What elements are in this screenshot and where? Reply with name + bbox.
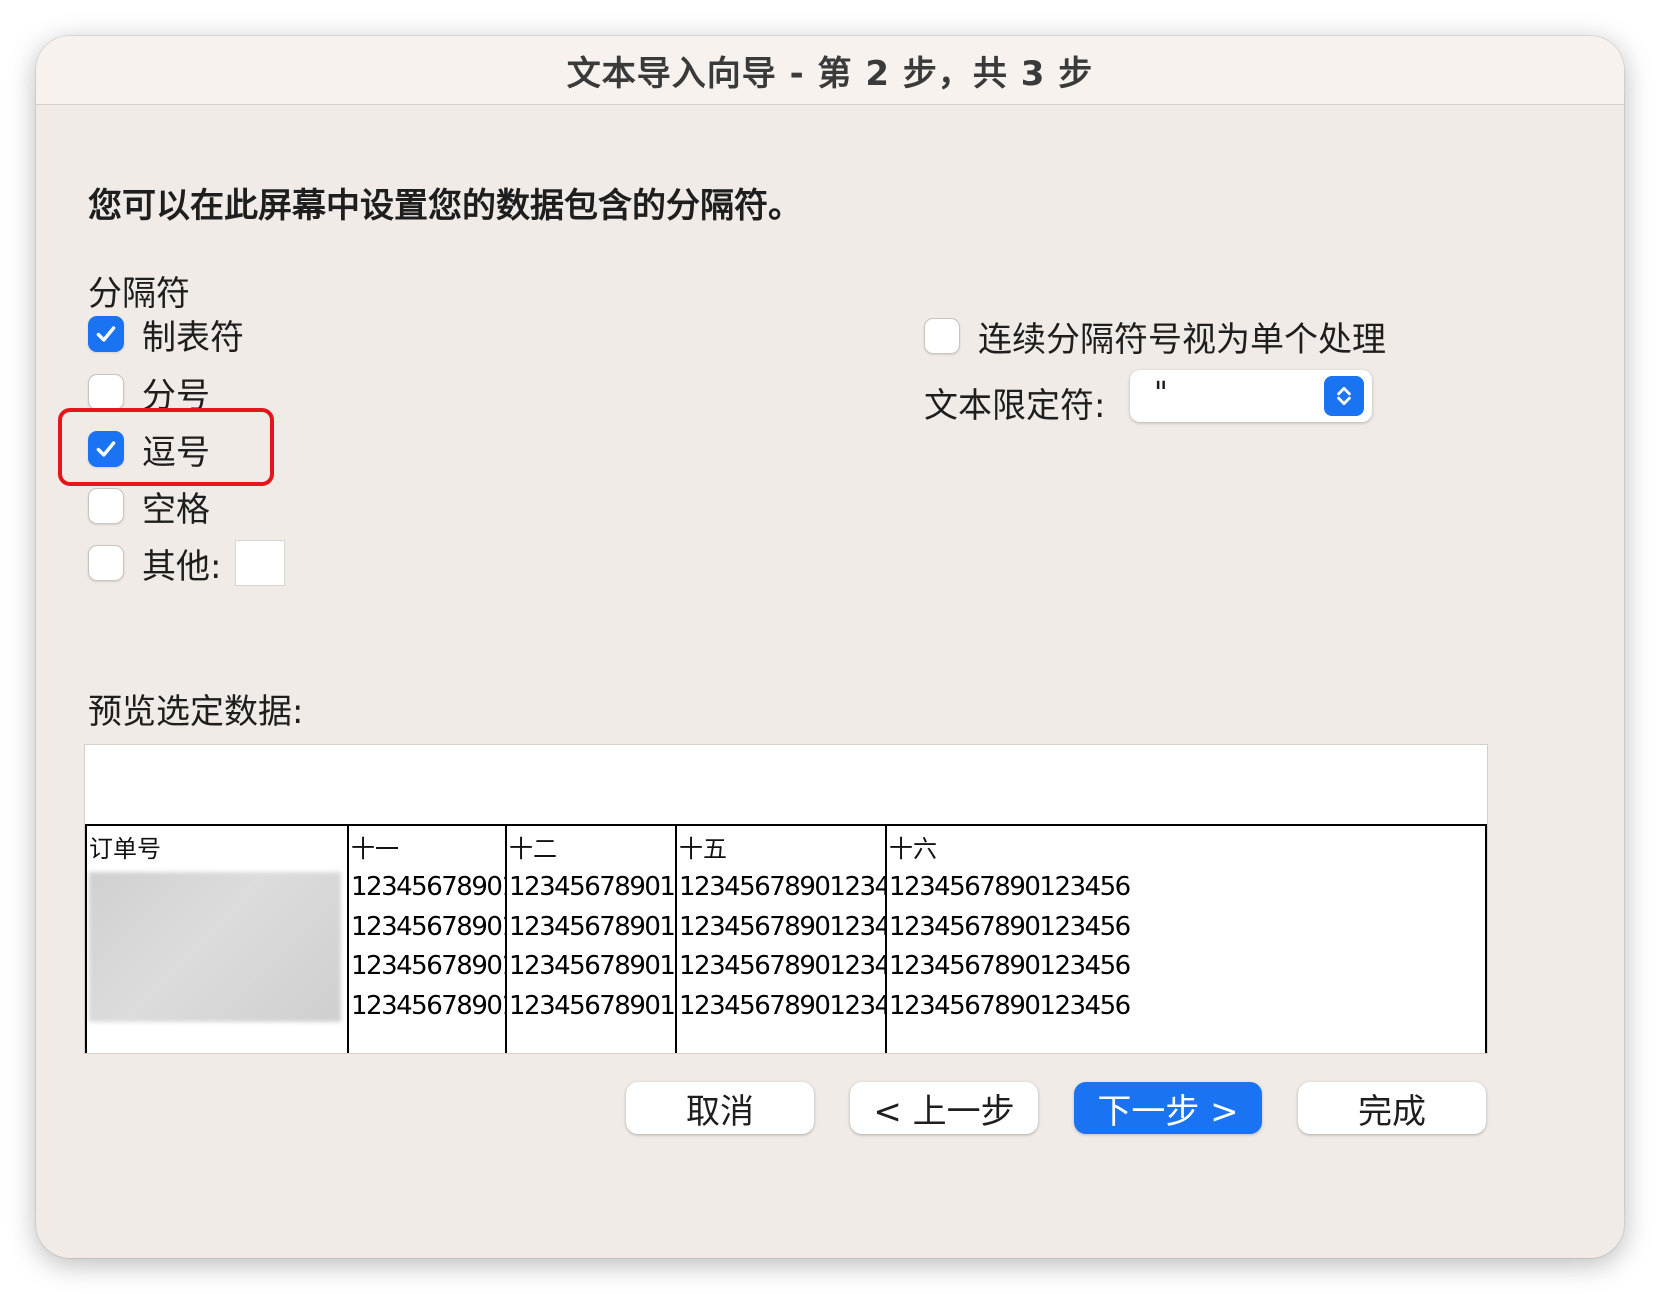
- cancel-button[interactable]: 取消: [626, 1082, 814, 1134]
- preview-column: 订单号: [87, 826, 349, 1053]
- preview-label: 预览选定数据:: [88, 692, 304, 732]
- preview-cell: 123456789012345: [679, 872, 887, 902]
- preview-column: 十六 1234567890123456 1234567890123456 123…: [887, 826, 1485, 1053]
- delimiters-group-label: 分隔符: [88, 274, 190, 314]
- preview-cell: 1234567890123456: [889, 872, 1131, 902]
- space-label: 空格: [142, 489, 210, 530]
- preview-cell: 123456789012: [509, 911, 677, 942]
- column-header: 十一: [351, 835, 399, 863]
- data-preview-pane[interactable]: 订单号 十一 12345678901 12345678901 123456789…: [84, 744, 1488, 1054]
- checkmark-icon: [96, 326, 116, 342]
- tab-checkbox[interactable]: [88, 316, 124, 352]
- preview-cell: 1234567890123456: [889, 951, 1131, 981]
- other-label: 其他:: [142, 546, 222, 587]
- window-title: 文本导入向导 - 第 2 步，共 3 步: [566, 53, 1094, 94]
- preview-cell: 12345678901: [351, 951, 507, 981]
- next-button[interactable]: 下一步 >: [1074, 1082, 1262, 1134]
- text-qualifier-select[interactable]: ": [1130, 370, 1372, 422]
- semicolon-checkbox[interactable]: [88, 374, 124, 410]
- text-import-wizard-dialog: 文本导入向导 - 第 2 步，共 3 步 您可以在此屏幕中设置您的数据包含的分隔…: [36, 36, 1624, 1258]
- column-header: 订单号: [89, 835, 161, 863]
- treat-consecutive-label: 连续分隔符号视为单个处理: [978, 319, 1386, 360]
- other-delimiter-input[interactable]: [235, 540, 286, 586]
- text-qualifier-label: 文本限定符:: [924, 386, 1106, 426]
- delimiter-space-option[interactable]: 空格: [88, 484, 210, 530]
- preview-cell: 123456789012345: [679, 990, 887, 1021]
- treat-consecutive-checkbox[interactable]: [924, 318, 960, 354]
- preview-cell: 123456789012: [509, 872, 677, 902]
- title-bar: 文本导入向导 - 第 2 步，共 3 步: [36, 36, 1624, 105]
- preview-cell: 123456789012: [509, 951, 677, 981]
- text-qualifier-value: ": [1154, 376, 1168, 411]
- delimiter-other-option[interactable]: 其他:: [88, 540, 286, 587]
- preview-cell: 12345678901: [351, 911, 507, 942]
- preview-cell: 12345678901: [351, 990, 507, 1021]
- finish-button[interactable]: 完成: [1298, 1082, 1486, 1134]
- redacted-order-numbers: [89, 872, 341, 1022]
- tab-label: 制表符: [142, 317, 244, 358]
- preview-cell: 123456789012: [509, 990, 677, 1021]
- other-checkbox[interactable]: [88, 545, 124, 581]
- column-header: 十五: [679, 835, 727, 863]
- preview-cell: 1234567890123456: [889, 911, 1131, 942]
- space-checkbox[interactable]: [88, 488, 124, 524]
- preview-cell: 123456789012345: [679, 951, 887, 981]
- preview-column: 十二 123456789012 123456789012 12345678901…: [507, 826, 677, 1053]
- instruction-heading: 您可以在此屏幕中设置您的数据包含的分隔符。: [88, 186, 802, 226]
- comma-highlight-box: [58, 408, 274, 486]
- column-header: 十二: [509, 835, 557, 863]
- preview-grid: 订单号 十一 12345678901 12345678901 123456789…: [85, 824, 1487, 1053]
- preview-cell: 12345678901: [351, 872, 507, 902]
- preview-cell: 123456789012345: [679, 911, 887, 942]
- column-header: 十六: [889, 835, 937, 863]
- treat-consecutive-option[interactable]: 连续分隔符号视为单个处理: [924, 314, 1386, 360]
- preview-column: 十一 12345678901 12345678901 12345678901 1…: [349, 826, 507, 1053]
- preview-column: 十五 123456789012345 123456789012345 12345…: [677, 826, 887, 1053]
- preview-cell: 1234567890123456: [889, 990, 1131, 1021]
- select-stepper-icon: [1324, 376, 1364, 416]
- back-button[interactable]: < 上一步: [850, 1082, 1038, 1134]
- delimiter-tab-option[interactable]: 制表符: [88, 312, 244, 358]
